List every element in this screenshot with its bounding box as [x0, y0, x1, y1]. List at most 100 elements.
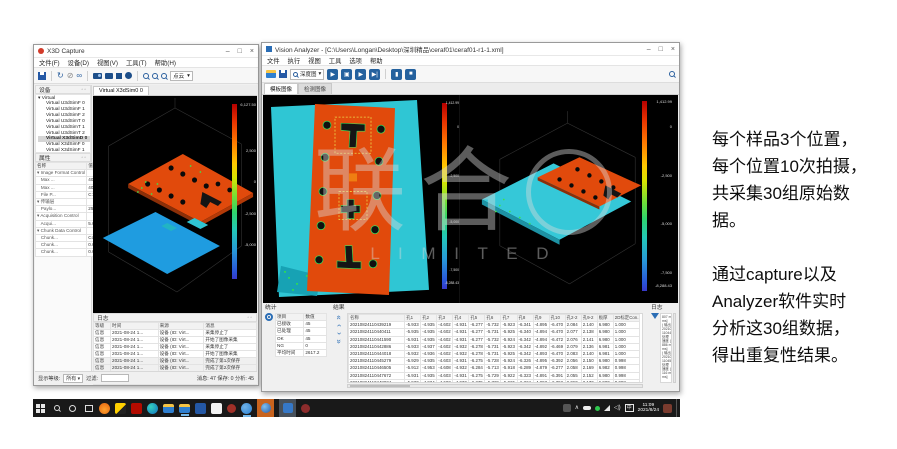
results-column-header[interactable]: 名称: [349, 315, 405, 322]
log-row[interactable]: 信息2021-08-24 1...设备 (ID: Virt...采集停止了: [94, 330, 257, 337]
tree-item-device[interactable]: Virtual U3dSimF 2: [38, 113, 90, 119]
last-row-button[interactable]: »: [336, 339, 341, 343]
next-row-button[interactable]: ›: [336, 332, 341, 335]
view-mode-select[interactable]: 深度图 ▾: [290, 69, 324, 80]
maximize-button[interactable]: □: [659, 46, 663, 53]
results-column-header[interactable]: 孔7: [501, 315, 517, 322]
results-column-header[interactable]: 孔9-2: [581, 315, 597, 322]
taskbar-app-maroon[interactable]: [301, 404, 310, 413]
tray-expand-icon[interactable]: ∧: [575, 405, 579, 411]
tree-item-device[interactable]: Virtual U3dSimT 0: [38, 119, 90, 125]
start-button[interactable]: [35, 403, 46, 414]
zoom-in-icon[interactable]: [143, 73, 149, 79]
menu-item[interactable]: 文件(F): [39, 58, 60, 67]
image-tab[interactable]: 检测图像: [298, 83, 332, 94]
results-column-header[interactable]: 孔6: [485, 315, 501, 322]
cloud-icon[interactable]: [583, 406, 591, 410]
results-horizontal-scrollbar[interactable]: [347, 384, 643, 388]
save-icon[interactable]: [279, 70, 287, 78]
stop-icon[interactable]: [116, 73, 122, 79]
menu-item[interactable]: 执行: [288, 56, 301, 65]
record-icon[interactable]: [125, 72, 132, 79]
statistics-row[interactable]: 已接收45: [276, 321, 327, 328]
snapshot-icon[interactable]: [93, 73, 102, 79]
results-row[interactable]: 20210824110445279-5.929-4.935-4.603-4.93…: [349, 358, 640, 365]
show-desktop-button[interactable]: [676, 399, 678, 417]
log-row[interactable]: 信息2021-08-24 1...设备 (ID: Virt...完成了第1次保存: [94, 357, 257, 364]
taskbar-app-red[interactable]: [227, 404, 236, 413]
tray-notification-icon[interactable]: [663, 404, 672, 413]
analyzer-titlebar[interactable]: Vision Analyzer - [C:\Users\Longan\Deskt…: [262, 43, 679, 56]
close-button[interactable]: ×: [671, 46, 675, 53]
statistics-row[interactable]: 已处理45: [276, 328, 327, 335]
tree-item-device[interactable]: Virtual U3dSimF 1: [38, 107, 90, 113]
disconnect-icon[interactable]: ⊘: [67, 72, 74, 80]
open-file-icon[interactable]: [266, 70, 276, 78]
video-icon[interactable]: [105, 73, 113, 79]
results-row[interactable]: 20210824110447672-5.931-4.935-4.603-4.93…: [349, 372, 640, 379]
results-column-header[interactable]: 孔1: [405, 315, 421, 322]
results-column-header[interactable]: 孔10: [549, 315, 565, 322]
log-column-header[interactable]: 来源: [158, 323, 204, 330]
volume-icon[interactable]: ◁): [614, 405, 621, 411]
search-icon[interactable]: [51, 403, 62, 414]
taskbar-clock[interactable]: 11:09 2021/8/24: [638, 403, 659, 414]
taskbar-app-office[interactable]: [195, 403, 206, 414]
taskbar-app-browser[interactable]: [241, 403, 252, 414]
maximize-button[interactable]: □: [238, 48, 242, 55]
zoom-fit-icon[interactable]: [161, 73, 167, 79]
log-row[interactable]: 信息2021-08-24 1...设备 (ID: Virt...开始了图像采集: [94, 337, 257, 344]
results-column-header[interactable]: 板厚: [597, 315, 613, 322]
results-column-header[interactable]: 2D标定Con...: [613, 315, 639, 322]
menu-item[interactable]: 视图(V): [97, 58, 118, 67]
log-row[interactable]: 信息2021-08-24 1...设备 (ID: Virt...采集停止了: [94, 344, 257, 351]
results-row[interactable]: 20210824110444018-5.932-4.936-4.602-4.93…: [349, 351, 640, 358]
step-forward-button[interactable]: ▶: [355, 69, 366, 80]
properties-column-header[interactable]: 名称: [36, 163, 87, 170]
minimize-button[interactable]: –: [647, 46, 651, 53]
results-column-header[interactable]: 孔3: [437, 315, 453, 322]
log-column-header[interactable]: 等级: [94, 323, 111, 330]
first-row-button[interactable]: «: [336, 315, 341, 319]
prev-row-button[interactable]: ‹: [336, 324, 341, 327]
results-column-header[interactable]: 孔2: [421, 315, 437, 322]
log-filter-icon[interactable]: [651, 313, 659, 319]
stop-button[interactable]: ■: [405, 69, 416, 80]
taskbar-app-analyzer-active[interactable]: [279, 399, 296, 417]
statistics-column-header[interactable]: 数值: [304, 314, 327, 321]
results-row[interactable]: 20210824110439219-5.933-4.935-4.602-4.93…: [349, 322, 640, 329]
log-vertical-scrollbar[interactable]: [673, 313, 676, 383]
save-icon[interactable]: [38, 72, 46, 80]
taskbar-app-security[interactable]: [99, 403, 110, 414]
view-tab[interactable]: Virtual X3dSim0 0: [93, 86, 149, 95]
gear-icon[interactable]: [265, 313, 273, 321]
render-mode-select[interactable]: 点云▾: [170, 71, 193, 81]
tray-app-icon[interactable]: [563, 404, 571, 412]
results-row[interactable]: 20210824110448834-5.930-4.934-4.603-4.93…: [349, 379, 640, 383]
ime-indicator[interactable]: 中: [625, 404, 634, 412]
analyzer-3d-view-right[interactable]: 1,412.990-2,500-5,000-7,500-8,288.43: [459, 95, 680, 303]
zoom-out-icon[interactable]: [152, 73, 158, 79]
results-row[interactable]: 20210824110441590-5.931-4.935-4.602-4.93…: [349, 336, 640, 343]
results-column-header[interactable]: 孔5: [469, 315, 485, 322]
results-column-header[interactable]: 孔8: [517, 315, 533, 322]
results-row[interactable]: 20210824110442886-5.933-4.937-4.602-4.93…: [349, 343, 640, 350]
menu-item[interactable]: 工具(T): [126, 58, 147, 67]
taskbar-app-wechat[interactable]: [211, 403, 222, 414]
results-column-header[interactable]: 孔4: [453, 315, 469, 322]
taskbar-app-explorer[interactable]: [179, 404, 190, 413]
log-filter-input[interactable]: [101, 374, 129, 382]
capture-titlebar[interactable]: X3D Capture – □ ×: [34, 45, 258, 58]
log-column-header[interactable]: 消息: [204, 323, 257, 330]
capture-3d-view[interactable]: 6,127.502,5000-2,500-5,000: [93, 96, 257, 313]
menu-item[interactable]: 视图: [308, 56, 321, 65]
analyzer-3d-view-left[interactable]: 1,412.990-2,500-5,000-7,500-8,288.43: [263, 95, 459, 303]
tree-item-device[interactable]: Virtual U3dSimT 1: [38, 125, 90, 131]
menu-item[interactable]: 工具: [329, 56, 342, 65]
menu-item[interactable]: 选项: [349, 56, 362, 65]
close-button[interactable]: ×: [250, 48, 254, 55]
log-column-header[interactable]: 时间: [111, 323, 159, 330]
run-continuous-button[interactable]: ▣: [341, 69, 352, 80]
report-search-icon[interactable]: [669, 71, 675, 77]
analyzer-right-scene[interactable]: [460, 95, 680, 303]
